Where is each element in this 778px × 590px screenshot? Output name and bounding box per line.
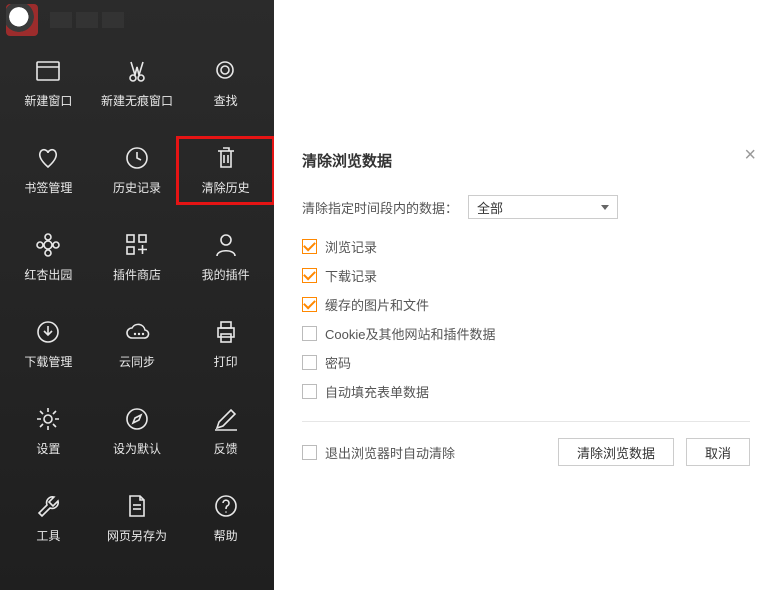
heart-icon (35, 145, 61, 171)
checkbox (302, 355, 317, 370)
incognito-icon (124, 58, 150, 84)
sidebar-item-14[interactable]: 反馈 (181, 402, 270, 461)
main-panel: 清除浏览数据 × 清除指定时间段内的数据： 全部 浏览记录下载记录缓存的图片和文… (274, 0, 778, 590)
clear-option-1[interactable]: 下载记录 (302, 266, 750, 285)
sidebar-item-11[interactable]: 打印 (181, 315, 270, 374)
sidebar-item-7[interactable]: 插件商店 (93, 228, 182, 287)
clear-option-0[interactable]: 浏览记录 (302, 237, 750, 256)
sidebar-item-label: 网页另存为 (107, 527, 167, 544)
window-icon (35, 58, 61, 84)
print-icon (213, 319, 239, 345)
chevron-down-icon (601, 205, 609, 210)
cancel-button[interactable]: 取消 (686, 438, 750, 466)
sidebar: 新建窗口 新建无痕窗口 查找书签管理 历史记录 清除历史红杏出园 插件商店 我的插件下载管理… (0, 0, 274, 590)
time-range-label: 清除指定时间段内的数据： (302, 198, 458, 217)
sidebar-item-8[interactable]: 我的插件 (181, 228, 270, 287)
pencil-icon (213, 406, 239, 432)
person-icon (213, 232, 239, 258)
sidebar-item-12[interactable]: 设置 (4, 402, 93, 461)
sidebar-item-16[interactable]: 网页另存为 (93, 489, 182, 548)
sidebar-item-label: 新建窗口 (24, 92, 72, 109)
avatar (6, 4, 38, 36)
sidebar-item-label: 云同步 (119, 353, 155, 370)
time-range-select[interactable]: 全部 (468, 195, 618, 219)
auto-clear-on-exit-checkbox[interactable]: 退出浏览器时自动清除 (302, 443, 546, 462)
sidebar-item-label: 设置 (36, 440, 60, 457)
clear-option-5[interactable]: 自动填充表单数据 (302, 382, 750, 401)
checkbox (302, 326, 317, 341)
sidebar-item-6[interactable]: 红杏出园 (4, 228, 93, 287)
sidebar-item-label: 工具 (36, 527, 60, 544)
download-icon (35, 319, 61, 345)
sidebar-item-label: 新建无痕窗口 (101, 92, 173, 109)
apps-icon (124, 232, 150, 258)
cloud-icon (124, 319, 150, 345)
clear-browsing-data-dialog: 清除浏览数据 × 清除指定时间段内的数据： 全部 浏览记录下载记录缓存的图片和文… (274, 130, 778, 466)
checkbox (302, 268, 317, 283)
sidebar-item-17[interactable]: 帮助 (181, 489, 270, 548)
wrench-icon (35, 493, 61, 519)
clear-option-3[interactable]: Cookie及其他网站和插件数据 (302, 324, 750, 343)
sidebar-item-5[interactable]: 清除历史 (181, 141, 270, 200)
time-range-value: 全部 (477, 198, 503, 217)
gear-icon (35, 406, 61, 432)
sidebar-item-15[interactable]: 工具 (4, 489, 93, 548)
dialog-title: 清除浏览数据 (302, 150, 750, 171)
clock-icon (124, 145, 150, 171)
sidebar-item-13[interactable]: 设为默认 (93, 402, 182, 461)
sidebar-item-label: 历史记录 (113, 179, 161, 196)
sidebar-item-label: 打印 (214, 353, 238, 370)
user-header[interactable] (0, 0, 274, 40)
divider (302, 421, 750, 422)
sidebar-item-label: 下载管理 (24, 353, 72, 370)
sidebar-item-label: 设为默认 (113, 440, 161, 457)
sidebar-item-label: 红杏出园 (24, 266, 72, 283)
sidebar-item-label: 清除历史 (202, 179, 250, 196)
sidebar-item-0[interactable]: 新建窗口 (4, 54, 93, 113)
sidebar-item-10[interactable]: 云同步 (93, 315, 182, 374)
compass-icon (124, 406, 150, 432)
sidebar-item-label: 我的插件 (202, 266, 250, 283)
file-icon (124, 493, 150, 519)
sidebar-item-label: 查找 (214, 92, 238, 109)
flower-icon (35, 232, 61, 258)
clear-option-2[interactable]: 缓存的图片和文件 (302, 295, 750, 314)
help-icon (213, 493, 239, 519)
checkbox (302, 239, 317, 254)
sidebar-item-3[interactable]: 书签管理 (4, 141, 93, 200)
sidebar-item-label: 帮助 (214, 527, 238, 544)
sidebar-item-9[interactable]: 下载管理 (4, 315, 93, 374)
checkbox (302, 297, 317, 312)
sidebar-item-4[interactable]: 历史记录 (93, 141, 182, 200)
clear-data-button[interactable]: 清除浏览数据 (558, 438, 674, 466)
checkbox (302, 384, 317, 399)
username-redacted (50, 12, 124, 28)
search-icon (213, 58, 239, 84)
close-button[interactable]: × (744, 144, 756, 167)
sidebar-item-label: 反馈 (214, 440, 238, 457)
sidebar-item-label: 书签管理 (24, 179, 72, 196)
sidebar-item-label: 插件商店 (113, 266, 161, 283)
sidebar-item-2[interactable]: 查找 (181, 54, 270, 113)
sidebar-item-1[interactable]: 新建无痕窗口 (93, 54, 182, 113)
trash-icon (213, 145, 239, 171)
clear-option-4[interactable]: 密码 (302, 353, 750, 372)
